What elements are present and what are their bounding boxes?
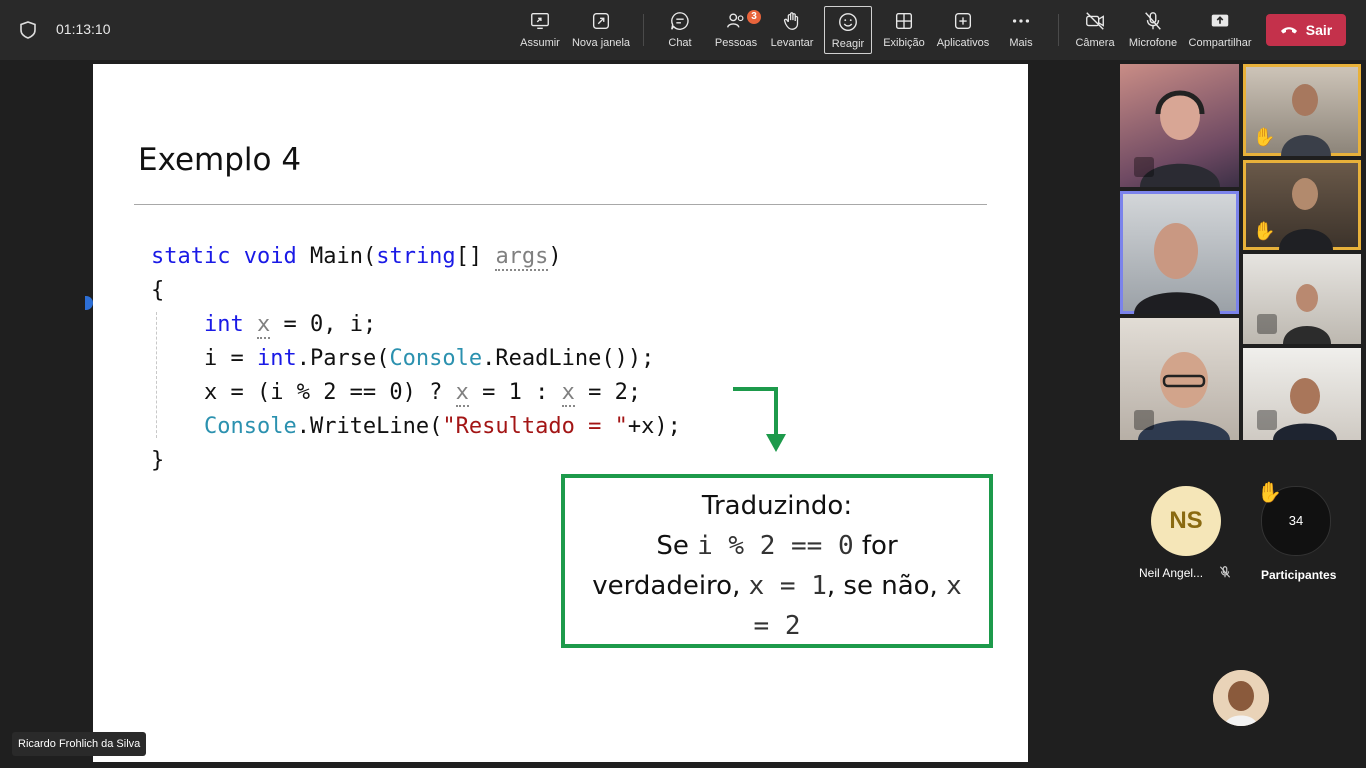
meeting-timer: 01:13:10 xyxy=(56,21,111,37)
assumir-button[interactable]: Assumir xyxy=(518,6,562,54)
raise-hand-icon xyxy=(783,12,799,30)
aplicativos-button[interactable]: Aplicativos xyxy=(934,6,992,54)
mic-off-icon xyxy=(1134,410,1154,430)
code-line: static void Main(string[] args) xyxy=(151,244,562,271)
mic-off-icon xyxy=(1134,157,1154,177)
assumir-label: Assumir xyxy=(520,37,560,49)
person-silhouette xyxy=(1134,223,1220,314)
participant-video[interactable]: ✋ xyxy=(1243,160,1361,250)
camera-label: Câmera xyxy=(1075,37,1115,49)
participant-video[interactable] xyxy=(1120,64,1239,187)
code-line: i = int.Parse(Console.ReadLine()); xyxy=(203,346,655,371)
reagir-label: Reagir xyxy=(831,38,865,50)
grid-icon xyxy=(895,12,913,30)
people-count-badge: 3 xyxy=(747,10,761,24)
mic-off-icon xyxy=(1219,566,1231,578)
code-line: } xyxy=(151,448,165,473)
aplicativos-label: Aplicativos xyxy=(936,37,990,49)
hang-up-icon xyxy=(1280,27,1297,34)
avatar-photo xyxy=(1213,670,1269,726)
people-icon xyxy=(727,13,744,28)
shared-slide: Exemplo 4 static void Main(string[] args… xyxy=(93,64,1028,762)
mic-off-icon xyxy=(1257,410,1277,430)
leave-button[interactable]: Sair xyxy=(1266,14,1346,46)
chat-icon xyxy=(671,12,689,30)
code-line: x = (i % 2 == 0) ? x = 1 : x = 2; xyxy=(203,380,642,407)
toolbar-divider xyxy=(1058,14,1059,46)
participant-video[interactable] xyxy=(1120,318,1239,440)
nova-janela-label: Nova janela xyxy=(571,37,631,49)
mic-off-icon xyxy=(1257,314,1277,334)
mais-label: Mais xyxy=(1009,37,1033,49)
camera-off-icon xyxy=(1086,12,1104,30)
slide-title: Exemplo 4 xyxy=(138,142,302,178)
participant-video[interactable] xyxy=(1243,254,1361,344)
callout-title: Traduzindo: xyxy=(701,491,853,521)
presenter-name-tag: Ricardo Frohlich da Silva xyxy=(12,732,147,756)
camera-button[interactable]: Câmera xyxy=(1073,6,1117,54)
slide-divider xyxy=(134,204,987,205)
pessoas-button[interactable]: 3 Pessoas xyxy=(713,6,761,54)
code-line: { xyxy=(151,278,165,303)
callout-line: Se i % 2 == 0 for xyxy=(656,531,898,561)
code-block: static void Main(string[] args) { int x =… xyxy=(151,240,681,478)
translation-callout: Traduzindo: Se i % 2 == 0 for verdadeiro… xyxy=(561,474,993,648)
exibicao-label: Exibição xyxy=(883,37,925,49)
new-window-icon xyxy=(592,12,610,30)
levantar-label: Levantar xyxy=(770,37,814,49)
participant-video[interactable] xyxy=(1120,191,1239,314)
raised-hand-icon: ✋ xyxy=(1257,482,1282,504)
nova-janela-button[interactable]: Nova janela xyxy=(570,6,632,54)
pessoas-label: Pessoas xyxy=(714,37,758,49)
meeting-toolbar: 01:13:10 Assumir Nova janela Chat 3 Pess… xyxy=(0,0,1366,60)
participant-name: Neil Angel... xyxy=(1139,566,1204,580)
chat-button[interactable]: Chat xyxy=(660,6,700,54)
callout-line: verdadeiro, x = 1, se não, x xyxy=(592,571,962,601)
participant-video[interactable]: ✋ xyxy=(1243,64,1361,156)
pointer-marker xyxy=(85,296,93,310)
raised-hand-icon: ✋ xyxy=(1253,221,1276,241)
compartilhar-label: Compartilhar xyxy=(1188,37,1252,49)
share-icon xyxy=(1211,14,1229,27)
plus-box-icon xyxy=(954,12,972,30)
avatar[interactable] xyxy=(1213,670,1269,726)
reagir-button[interactable]: Reagir xyxy=(824,6,872,54)
smiley-icon xyxy=(839,13,857,31)
participants-label: Participantes xyxy=(1261,568,1337,582)
code-line: int x = 0, i; xyxy=(203,312,377,339)
more-icon xyxy=(1012,19,1030,23)
down-arrow-icon xyxy=(733,387,786,452)
mais-button[interactable]: Mais xyxy=(1004,6,1038,54)
levantar-button[interactable]: Levantar xyxy=(768,6,816,54)
code-line: Console.WriteLine("Resultado = "+x); xyxy=(203,414,681,439)
chat-label: Chat xyxy=(668,37,692,49)
toolbar-divider xyxy=(643,14,644,46)
mic-off-icon xyxy=(1145,12,1161,30)
participant-video[interactable] xyxy=(1243,348,1361,440)
leave-label: Sair xyxy=(1305,22,1333,38)
exibicao-button[interactable]: Exibição xyxy=(882,6,926,54)
share-screen-icon xyxy=(531,12,549,30)
callout-line: = 2 xyxy=(753,611,801,641)
microfone-button[interactable]: Microfone xyxy=(1126,6,1180,54)
raised-hand-icon: ✋ xyxy=(1253,127,1276,147)
microfone-label: Microfone xyxy=(1128,37,1178,49)
avatar[interactable]: NS xyxy=(1151,486,1221,556)
compartilhar-button[interactable]: Compartilhar xyxy=(1187,6,1253,54)
shield-icon xyxy=(20,21,36,39)
